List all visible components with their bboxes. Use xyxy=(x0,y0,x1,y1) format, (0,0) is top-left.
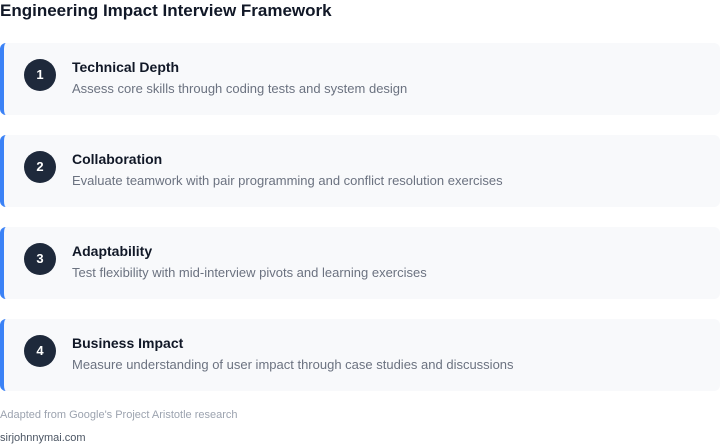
card-title: Business Impact xyxy=(72,335,184,351)
framework-card-collaboration: 2 Collaboration Evaluate teamwork with p… xyxy=(0,135,720,207)
source-footnote: Adapted from Google's Project Aristotle … xyxy=(0,409,238,421)
framework-card-adaptability: 3 Adaptability Test flexibility with mid… xyxy=(0,227,720,299)
card-description: Test flexibility with mid-interview pivo… xyxy=(72,265,427,280)
card-description: Assess core skills through coding tests … xyxy=(72,81,408,96)
framework-card-technical-depth: 1 Technical Depth Assess core skills thr… xyxy=(0,43,720,115)
page-title: Engineering Impact Interview Framework xyxy=(0,1,332,20)
card-title: Collaboration xyxy=(72,151,163,167)
card-description: Evaluate teamwork with pair programming … xyxy=(72,173,503,188)
step-number-badge: 2 xyxy=(24,151,56,183)
step-number-badge: 3 xyxy=(24,243,56,275)
card-title: Technical Depth xyxy=(72,59,180,75)
framework-card-list: 1 Technical Depth Assess core skills thr… xyxy=(0,43,720,411)
site-credit: sirjohnnymai.com xyxy=(0,432,86,444)
step-number-badge: 1 xyxy=(24,59,56,91)
framework-card-business-impact: 4 Business Impact Measure understanding … xyxy=(0,319,720,391)
step-number-badge: 4 xyxy=(24,335,56,367)
card-description: Measure understanding of user impact thr… xyxy=(72,357,514,372)
card-title: Adaptability xyxy=(72,243,153,259)
